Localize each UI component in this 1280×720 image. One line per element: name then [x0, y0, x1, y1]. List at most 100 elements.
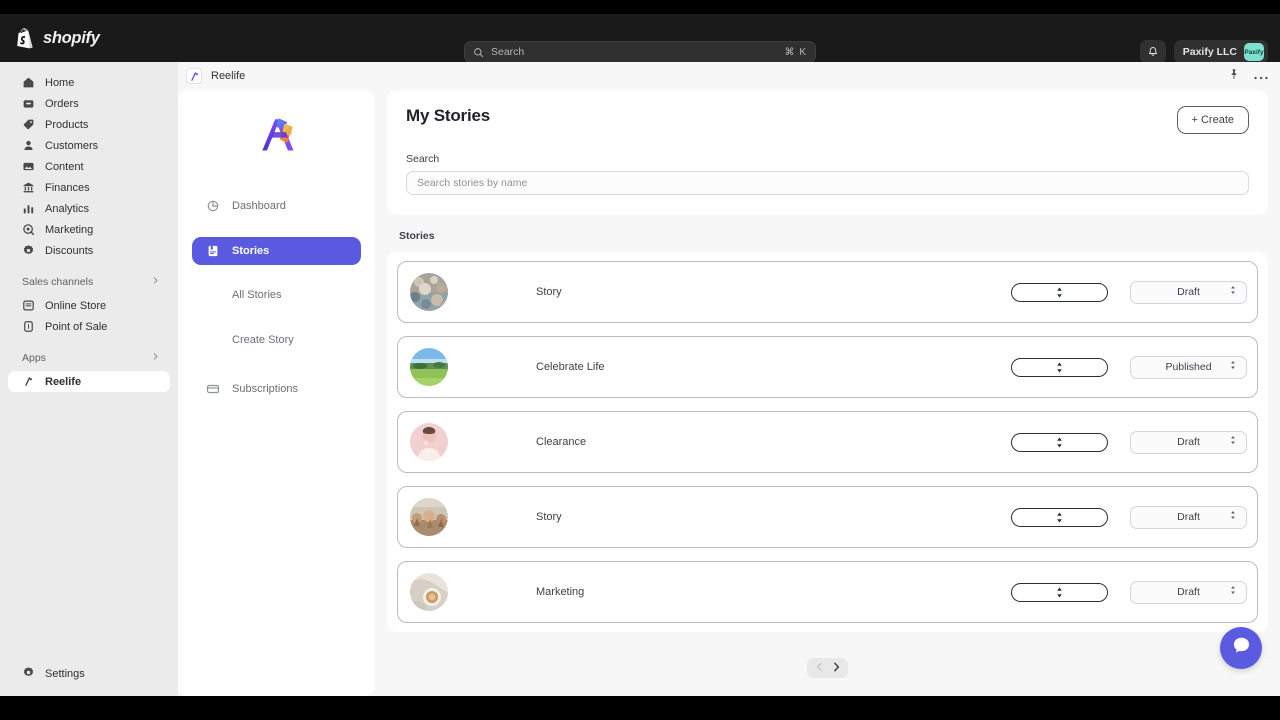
sidebar-item-online-store[interactable]: Online Store: [8, 295, 170, 316]
story-group-select[interactable]: [1011, 357, 1108, 377]
sidebar-item-analytics[interactable]: Analytics: [8, 198, 170, 219]
updown-arrows-icon: [1229, 583, 1237, 601]
app-nav-stories[interactable]: Stories: [192, 237, 361, 265]
status-value: Draft: [1177, 286, 1200, 298]
story-group-select[interactable]: [1011, 582, 1108, 602]
sidebar-item-products[interactable]: Products: [8, 114, 170, 135]
sidebar-group-sales-channels[interactable]: Sales channels: [8, 271, 170, 293]
stories-search-input[interactable]: Search stories by name: [406, 171, 1249, 195]
app-nav-label: Create Story: [232, 334, 294, 346]
ellipsis-icon[interactable]: [1254, 67, 1268, 85]
avatar: Paxify: [1244, 43, 1264, 61]
user-menu-button[interactable]: Paxify LLC Paxify: [1173, 40, 1268, 64]
sidebar-item-label: Marketing: [45, 223, 94, 236]
discount-gear-icon: [22, 244, 35, 257]
search-icon: [474, 47, 484, 57]
create-story-button[interactable]: + Create: [1176, 106, 1249, 134]
home-icon: [22, 76, 35, 89]
sidebar-item-settings[interactable]: Settings: [8, 663, 170, 684]
row-controls: Published: [1011, 355, 1247, 379]
shopify-topbar: shopify Search ⌘ K Paxify LLC Paxify: [0, 14, 1280, 64]
sidebar-item-label: Point of Sale: [45, 320, 108, 333]
story-name: Story: [536, 286, 562, 298]
sidebar-item-customers[interactable]: Customers: [8, 135, 170, 156]
story-group-select[interactable]: [1011, 507, 1108, 527]
table-row[interactable]: Clearance Draft: [397, 411, 1258, 473]
table-row[interactable]: Marketing Draft: [397, 561, 1258, 623]
status-badge[interactable]: Draft: [1130, 430, 1247, 454]
stories-section-label: Stories: [399, 230, 435, 242]
sidebar-item-marketing[interactable]: Marketing: [8, 219, 170, 240]
story-group-select[interactable]: [1011, 282, 1108, 302]
app-nav-dashboard[interactable]: Dashboard: [192, 192, 361, 220]
pin-icon[interactable]: [1228, 67, 1240, 85]
pager-controls: [807, 658, 848, 678]
chat-bubble-icon: [1231, 635, 1252, 661]
table-row[interactable]: Celebrate Life Published: [397, 336, 1258, 398]
bar-chart-icon: [22, 202, 35, 215]
story-name: Clearance: [536, 436, 587, 448]
sidebar-item-label: Finances: [45, 181, 90, 194]
sidebar-item-orders[interactable]: Orders: [8, 93, 170, 114]
app-nav-create-story[interactable]: Create Story: [192, 330, 361, 350]
updown-arrows-icon: [1057, 587, 1062, 597]
shopify-sidebar: Home Orders Products Customers Content F…: [0, 62, 178, 696]
status-badge[interactable]: Published: [1130, 355, 1247, 379]
shopify-brand-name: shopify: [43, 28, 100, 47]
table-row[interactable]: Story Draft: [397, 261, 1258, 323]
story-name: Story: [536, 511, 562, 523]
reelife-icon: [186, 68, 202, 84]
sidebar-item-label: Settings: [45, 667, 85, 680]
sidebar-item-label: Online Store: [45, 299, 107, 312]
notifications-button[interactable]: [1139, 40, 1166, 64]
status-value: Draft: [1177, 436, 1200, 448]
tag-icon: [22, 118, 35, 131]
shopify-bag-icon: [17, 27, 33, 48]
search-field-label: Search: [406, 153, 440, 165]
updown-arrows-icon: [1057, 512, 1062, 522]
updown-arrows-icon: [1229, 433, 1237, 451]
row-controls: Draft: [1011, 505, 1247, 529]
bank-icon: [22, 181, 35, 194]
table-row[interactable]: Story Draft: [397, 486, 1258, 548]
status-badge[interactable]: Draft: [1130, 280, 1247, 304]
credit-card-icon: [206, 382, 220, 396]
story-name: Marketing: [536, 586, 585, 598]
content-image-icon: [22, 160, 35, 173]
app-nav-label: Stories: [232, 245, 270, 257]
shopify-brand[interactable]: shopify: [16, 27, 100, 49]
app-main-content: My Stories + Create Search Search storie…: [375, 90, 1280, 696]
app-nav-all-stories[interactable]: All Stories: [192, 285, 361, 305]
global-search-input[interactable]: Search ⌘ K: [464, 41, 816, 63]
chevron-right-icon[interactable]: [833, 662, 840, 675]
app-title: Reelife: [211, 70, 246, 82]
sidebar-group-apps[interactable]: Apps: [8, 347, 170, 369]
sidebar-item-finances[interactable]: Finances: [8, 177, 170, 198]
app-nav-subscriptions[interactable]: Subscriptions: [192, 375, 361, 403]
sidebar-item-discounts[interactable]: Discounts: [8, 240, 170, 261]
global-search-placeholder: Search: [491, 46, 525, 58]
chevron-left-icon[interactable]: [816, 662, 823, 675]
app-header-actions: [1228, 67, 1268, 85]
updown-arrows-icon: [1229, 358, 1237, 376]
app-body: Dashboard Stories All Stories Create Sto…: [178, 90, 1280, 696]
sidebar-item-point-of-sale[interactable]: Point of Sale: [8, 316, 170, 337]
sidebar-item-reelife[interactable]: Reelife: [8, 371, 170, 392]
sidebar-item-label: Products: [45, 118, 89, 131]
topbar-right-cluster: Paxify LLC Paxify: [1139, 40, 1268, 64]
status-value: Published: [1165, 361, 1212, 373]
updown-arrows-icon: [1229, 508, 1237, 526]
updown-arrows-icon: [1229, 283, 1237, 301]
sidebar-item-content[interactable]: Content: [8, 156, 170, 177]
story-group-select[interactable]: [1011, 432, 1108, 452]
story-thumbnail: [410, 348, 448, 386]
app-header-left: Reelife: [186, 68, 245, 84]
sidebar-item-label: Analytics: [45, 202, 90, 215]
story-thumbnail: [410, 273, 448, 311]
chat-widget-button[interactable]: [1220, 627, 1262, 669]
sidebar-item-home[interactable]: Home: [8, 72, 170, 93]
status-badge[interactable]: Draft: [1130, 580, 1247, 604]
status-badge[interactable]: Draft: [1130, 505, 1247, 529]
user-name-label: Paxify LLC: [1182, 46, 1237, 58]
pagination: [387, 658, 1268, 678]
